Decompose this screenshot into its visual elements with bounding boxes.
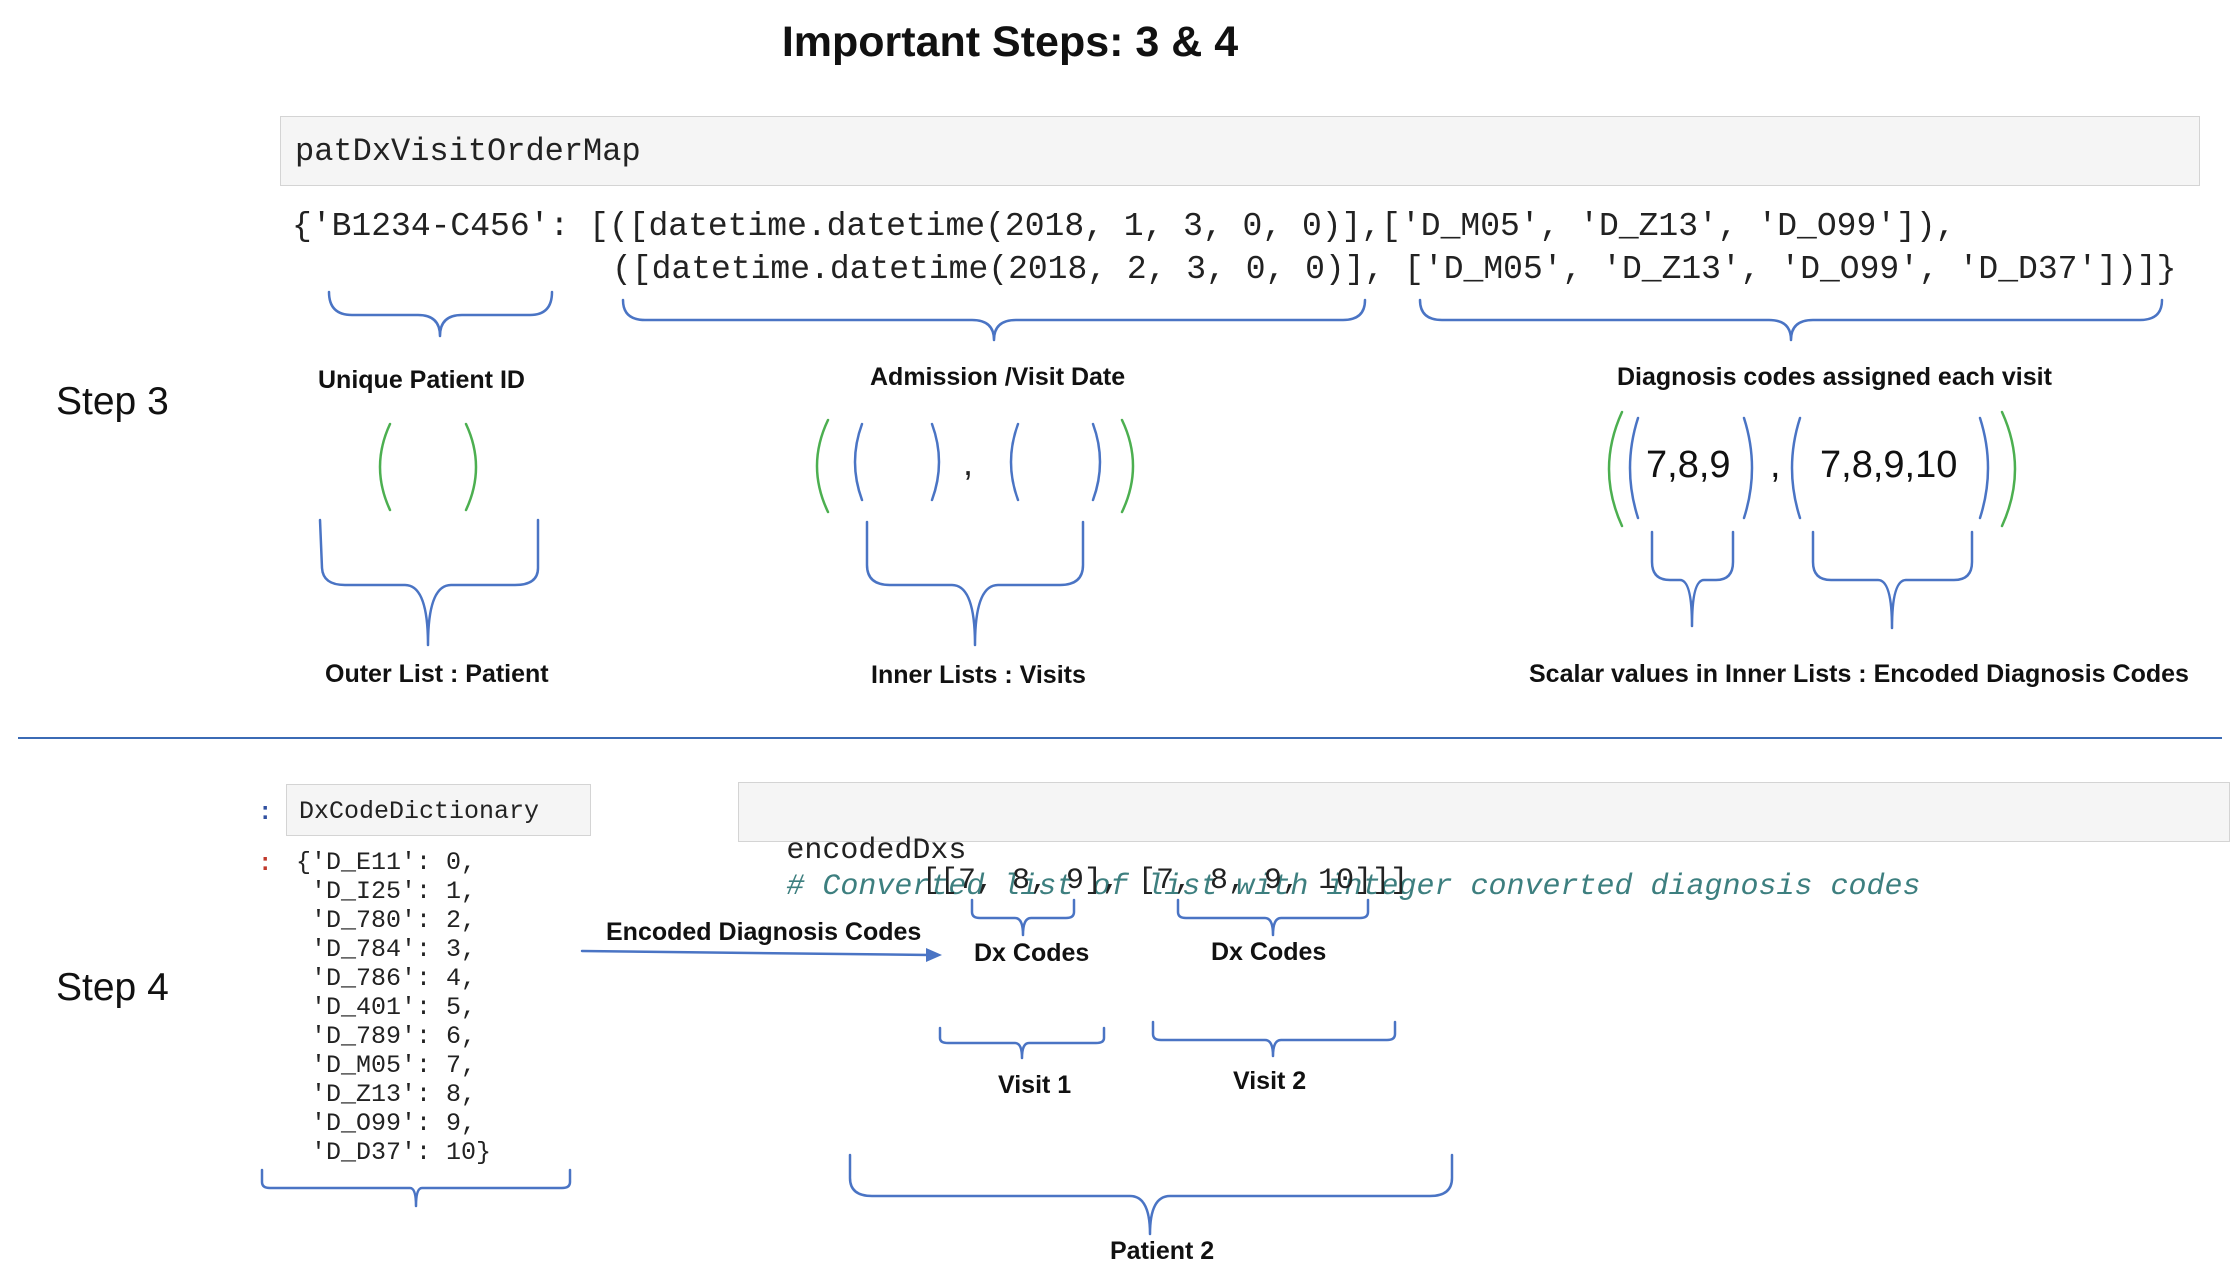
visit-date-brace [621,298,1367,342]
date-paren-1-open [853,422,864,502]
diagnosis-brace [1418,298,2164,342]
visit2-codes-brace [1811,530,1974,630]
patient-brace [848,1153,1454,1236]
date-paren-2-open [1009,422,1020,502]
codes-paren-2-close [1978,416,1990,520]
encoding-arrow-line [580,949,932,957]
visit-2-brace [1151,1020,1397,1058]
dx-codes-brace-1 [970,898,1076,937]
diagram-graphics [18,290,2222,1236]
inner-lists-brace [865,520,1085,647]
dx-codes-brace-2 [1176,898,1370,937]
diagnosis-paren-open [1607,410,1624,528]
codes-paren-2-open [1790,416,1802,520]
dictionary-brace [260,1168,572,1208]
patient-paren-open [378,422,392,512]
diagnosis-paren-close [2000,410,2017,528]
encoding-arrow-head [926,948,942,962]
codes-paren-1-close [1742,416,1754,520]
visit-1-brace [938,1026,1106,1060]
codes-paren-1-open [1628,416,1640,520]
visits-paren-close [1120,418,1135,514]
patient-paren-close [464,422,478,512]
date-paren-1-close [930,422,941,502]
visit1-codes-brace [1650,530,1735,628]
patient-id-brace [327,290,554,338]
outer-list-brace [318,518,540,647]
visits-paren-open [815,418,830,514]
date-paren-2-close [1091,422,1102,502]
